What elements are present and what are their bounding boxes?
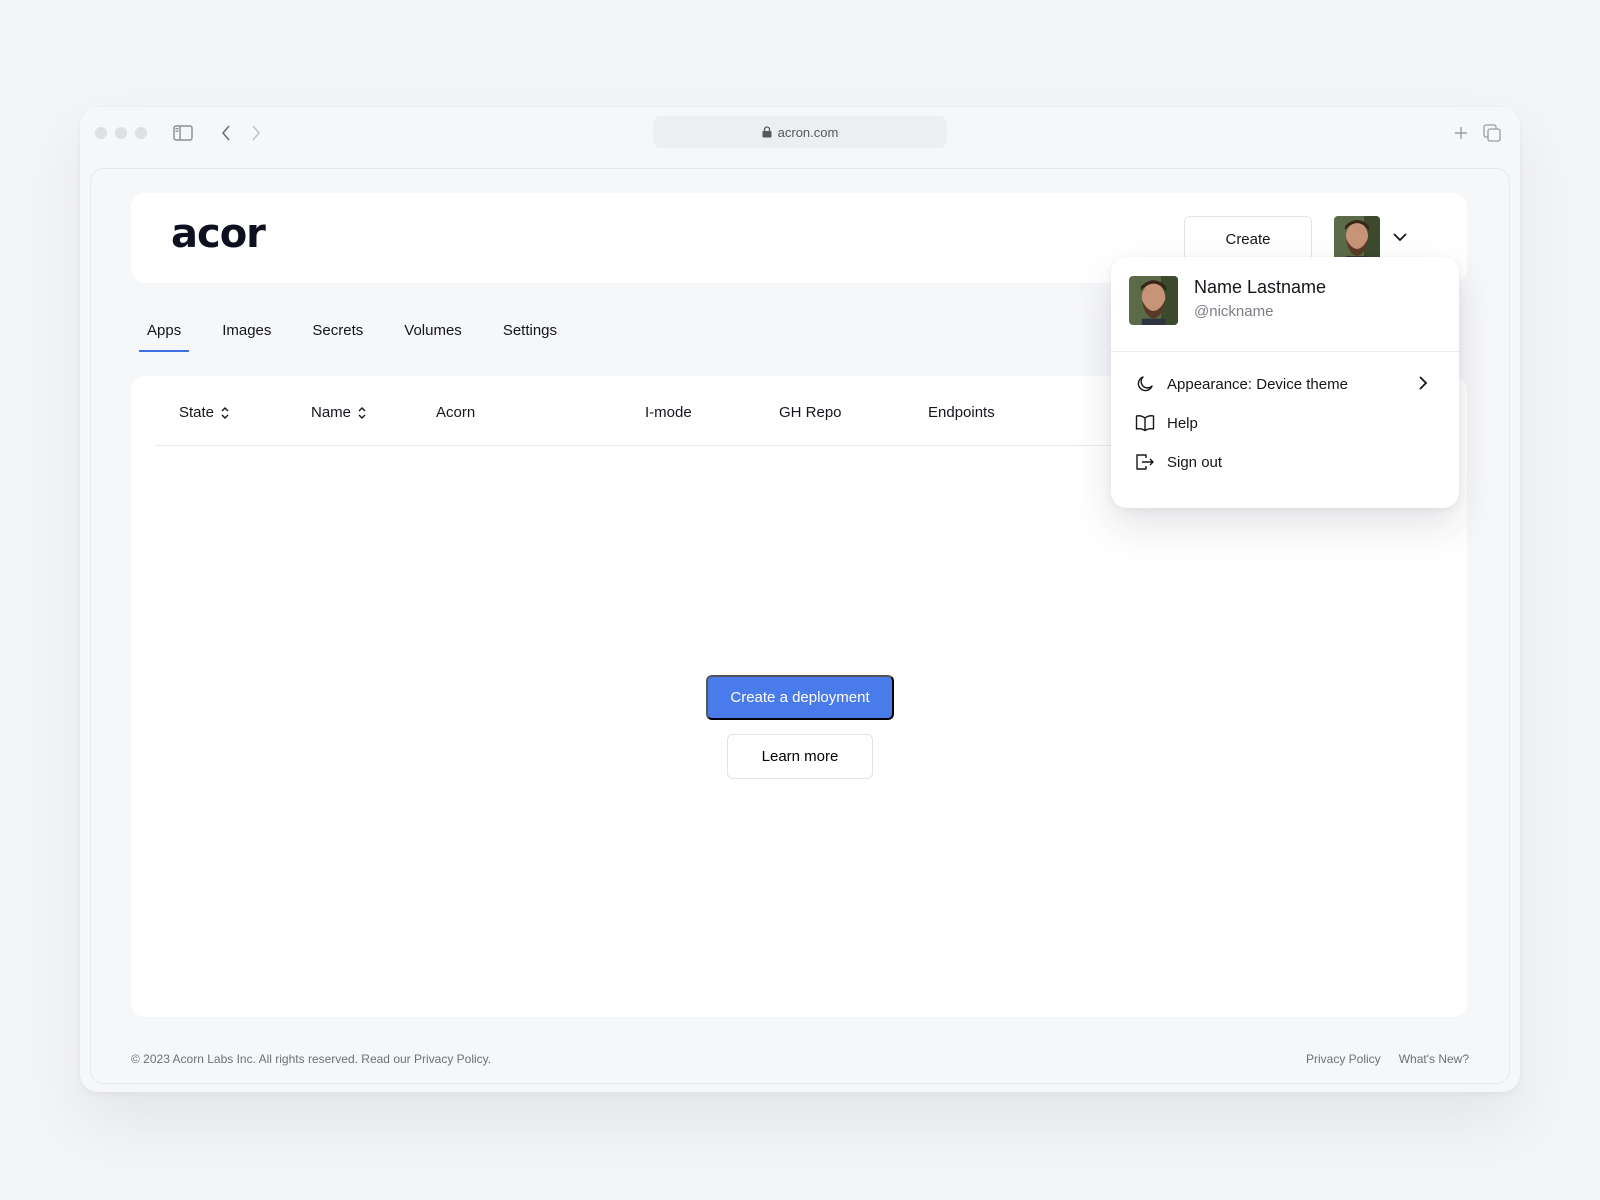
- column-label: I-mode: [645, 404, 692, 421]
- maximize-window-button[interactable]: [135, 127, 147, 139]
- menu-item-appearance[interactable]: Appearance: Device theme: [1135, 374, 1348, 394]
- browser-toolbar: acron.com: [80, 107, 1520, 169]
- tab-images[interactable]: Images: [222, 314, 271, 352]
- user-nickname: @nickname: [1194, 303, 1274, 320]
- moon-icon: [1135, 374, 1155, 394]
- user-name: Name Lastname: [1194, 277, 1327, 297]
- menu-item-sign-out[interactable]: Sign out: [1135, 452, 1222, 472]
- forward-icon[interactable]: [244, 121, 268, 145]
- sidebar-toggle-icon[interactable]: [171, 121, 195, 145]
- create-button[interactable]: Create: [1184, 216, 1312, 262]
- browser-window: acron.com acor Create Apps Images Secret…: [80, 107, 1520, 1092]
- whats-new-link[interactable]: What's New?: [1399, 1052, 1469, 1066]
- new-tab-icon[interactable]: [1449, 121, 1473, 145]
- sort-icon: [358, 406, 366, 419]
- tab-apps[interactable]: Apps: [139, 314, 190, 352]
- column-i-mode: I-mode: [645, 404, 692, 421]
- column-label: State: [179, 404, 215, 421]
- column-acorn: Acorn: [436, 404, 475, 421]
- user-menu: Name Lastname @nickname Appearance: Devi…: [1111, 257, 1459, 508]
- chevron-down-icon[interactable]: [1390, 227, 1410, 247]
- tab-settings[interactable]: Settings: [503, 314, 557, 352]
- sort-icon: [221, 406, 229, 419]
- create-deployment-button[interactable]: Create a deployment: [706, 675, 894, 720]
- column-state[interactable]: State: [179, 404, 230, 421]
- url-text: acron.com: [777, 124, 839, 140]
- minimize-window-button[interactable]: [115, 127, 127, 139]
- column-label: Endpoints: [928, 404, 995, 421]
- back-icon[interactable]: [214, 121, 238, 145]
- lock-icon: [762, 126, 772, 138]
- column-label: GH Repo: [779, 404, 842, 421]
- footer-links: Privacy Policy What's New?: [1306, 1052, 1469, 1066]
- column-name[interactable]: Name: [311, 404, 367, 421]
- address-bar[interactable]: acron.com: [653, 116, 947, 148]
- close-window-button[interactable]: [95, 127, 107, 139]
- column-endpoints: Endpoints: [928, 404, 995, 421]
- tab-overview-icon[interactable]: [1480, 121, 1504, 145]
- tab-secrets[interactable]: Secrets: [312, 314, 363, 352]
- chevron-right-icon: [1415, 375, 1431, 391]
- tab-volumes[interactable]: Volumes: [404, 314, 462, 352]
- menu-item-label: Sign out: [1167, 453, 1223, 471]
- footer-copyright: © 2023 Acorn Labs Inc. All rights reserv…: [131, 1052, 492, 1066]
- column-label: Name: [311, 404, 352, 421]
- logo[interactable]: acor: [171, 211, 266, 257]
- column-label: Acorn: [436, 404, 476, 421]
- divider: [1111, 351, 1459, 352]
- tab-bar: Apps Images Secrets Volumes Settings: [139, 314, 598, 354]
- privacy-policy-link[interactable]: Privacy Policy: [1306, 1052, 1381, 1066]
- learn-more-button[interactable]: Learn more: [727, 734, 873, 779]
- avatar[interactable]: [1334, 216, 1380, 262]
- column-gh-repo: GH Repo: [779, 404, 842, 421]
- book-icon: [1135, 413, 1155, 433]
- avatar: [1129, 276, 1178, 325]
- menu-item-label: Help: [1167, 414, 1198, 432]
- menu-item-help[interactable]: Help: [1135, 413, 1198, 433]
- window-controls: [95, 127, 147, 139]
- menu-item-label: Appearance: Device theme: [1167, 375, 1348, 393]
- sign-out-icon: [1135, 452, 1155, 472]
